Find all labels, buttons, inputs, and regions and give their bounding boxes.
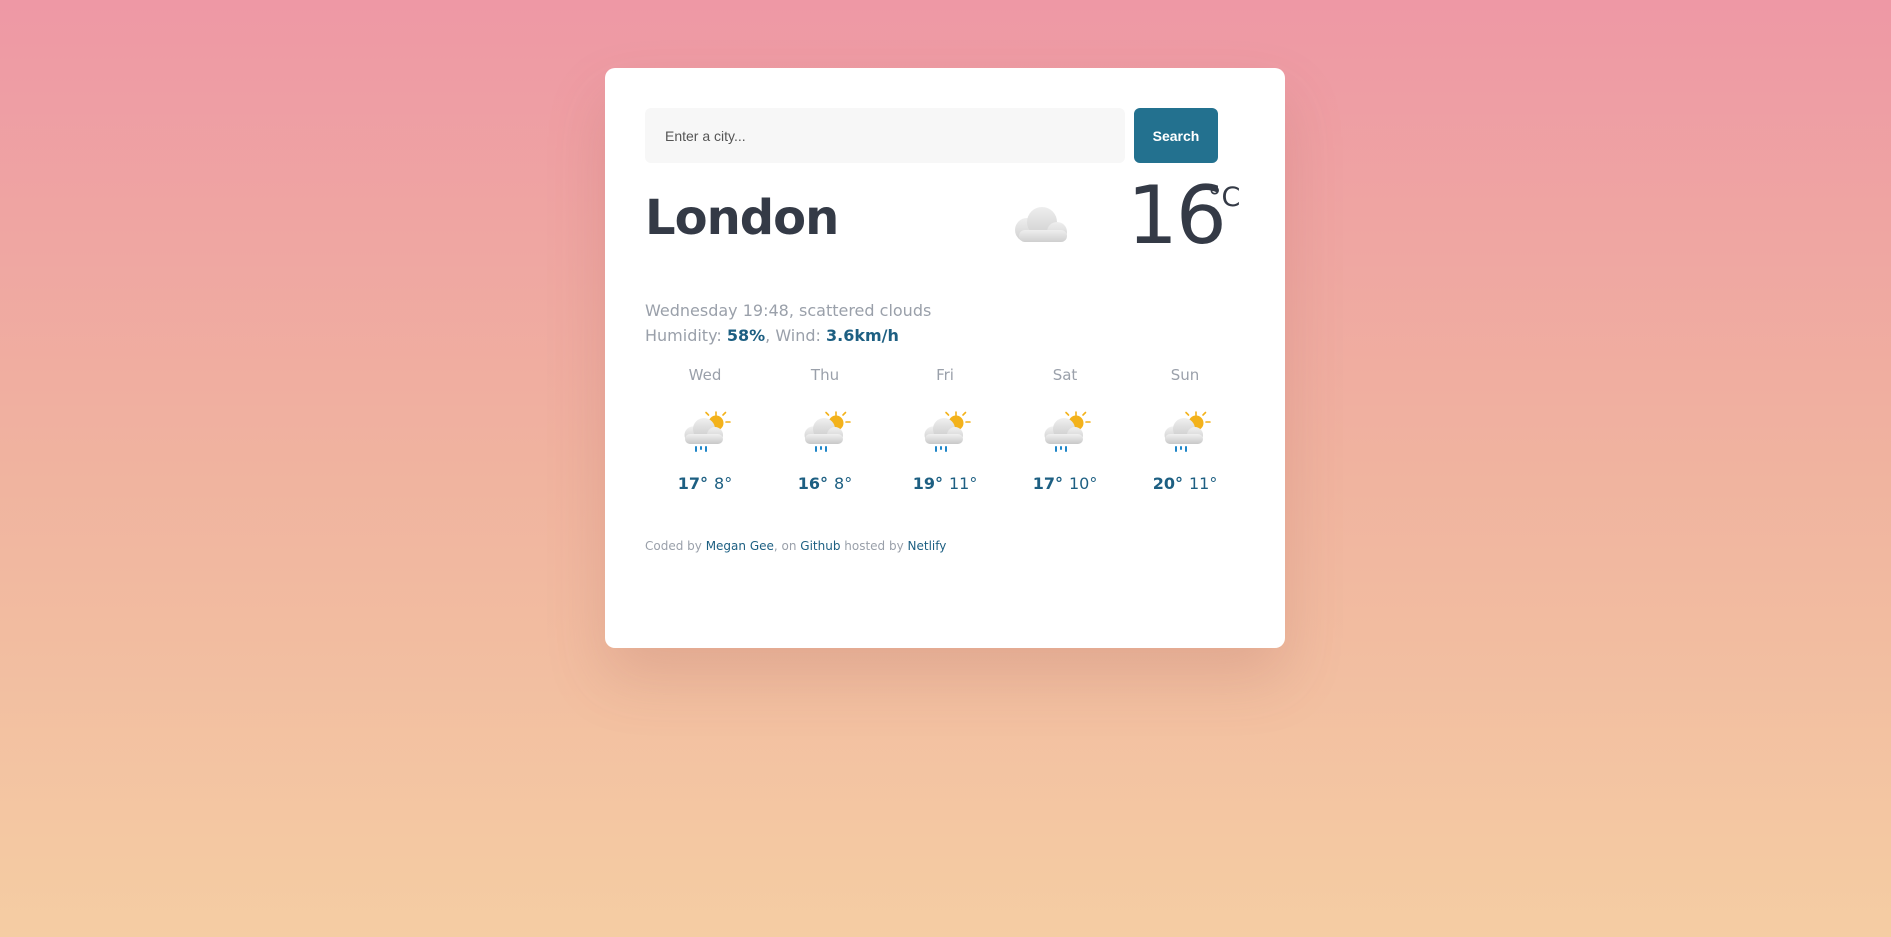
sun-cloud-rain-icon <box>1043 411 1091 452</box>
forecast-min: 11° <box>948 474 978 493</box>
footer-hosted: hosted by <box>840 539 908 553</box>
forecast-temps: 19° 11° <box>885 474 1005 493</box>
search-button[interactable]: Search <box>1134 108 1218 163</box>
forecast: Wed 17° 8° Thu 16° 8° Fri 19° 11° Sat 17° 10… <box>645 360 1245 493</box>
wind-value: 3.6km/h <box>826 326 899 345</box>
sun-cloud-rain-icon <box>683 411 731 452</box>
forecast-day: Wed 17° 8° <box>645 360 765 493</box>
humidity-value: 58% <box>726 326 766 345</box>
forecast-day-name: Thu <box>810 366 840 384</box>
forecast-temps: 20° 11° <box>1125 474 1245 493</box>
forecast-temps: 17° 8° <box>645 474 765 493</box>
author-link[interactable]: Megan Gee <box>706 539 774 553</box>
footer-middle: , on <box>773 539 801 553</box>
forecast-temps: 17° 10° <box>1005 474 1125 493</box>
forecast-day: Sun 20° 11° <box>1125 360 1245 493</box>
forecast-min: 10° <box>1068 474 1098 493</box>
wind-label: , Wind: <box>765 326 827 345</box>
city-name: London <box>645 190 839 246</box>
forecast-max: 16° <box>797 474 829 493</box>
current-weather: London 16 °C <box>645 176 1245 298</box>
forecast-day: Fri 19° 11° <box>885 360 1005 493</box>
forecast-min: 8° <box>714 474 733 493</box>
temperature-unit: °C <box>1208 182 1241 213</box>
sun-cloud-rain-icon <box>803 411 851 452</box>
forecast-max: 17° <box>677 474 709 493</box>
sun-cloud-rain-icon <box>923 411 971 452</box>
forecast-day-name: Fri <box>936 366 954 384</box>
forecast-min: 11° <box>1188 474 1218 493</box>
weather-card: Search London 16 °C Wednesday 19:48, sca… <box>605 68 1285 648</box>
forecast-temps: 16° 8° <box>765 474 885 493</box>
cloud-icon <box>1015 207 1067 242</box>
github-link[interactable]: Github <box>800 539 840 553</box>
sun-cloud-rain-icon <box>1163 411 1211 452</box>
footer: Coded by Megan Gee, on Github hosted by … <box>645 539 1245 553</box>
forecast-max: 19° <box>912 474 943 493</box>
netlify-link[interactable]: Netlify <box>908 539 947 553</box>
footer-prefix: Coded by <box>645 539 706 553</box>
forecast-day: Sat 17° 10° <box>1005 360 1125 493</box>
forecast-max: 17° <box>1032 474 1063 493</box>
date-description: Wednesday 19:48, scattered clouds <box>645 301 932 320</box>
forecast-day-name: Sat <box>1052 366 1078 384</box>
forecast-day-name: Wed <box>688 366 722 384</box>
forecast-min: 8° <box>834 474 853 493</box>
search-form: Search <box>645 108 1245 163</box>
humidity-label: Humidity: <box>645 326 727 345</box>
search-input[interactable] <box>645 108 1125 163</box>
forecast-day-name: Sun <box>1170 366 1200 384</box>
forecast-day: Thu 16° 8° <box>765 360 885 493</box>
humidity-wind-line: Humidity: 58%, Wind: 3.6km/h <box>645 323 1245 348</box>
weather-details: Wednesday 19:48, scattered clouds Humidi… <box>645 298 1245 348</box>
forecast-max: 20° <box>1152 474 1183 493</box>
